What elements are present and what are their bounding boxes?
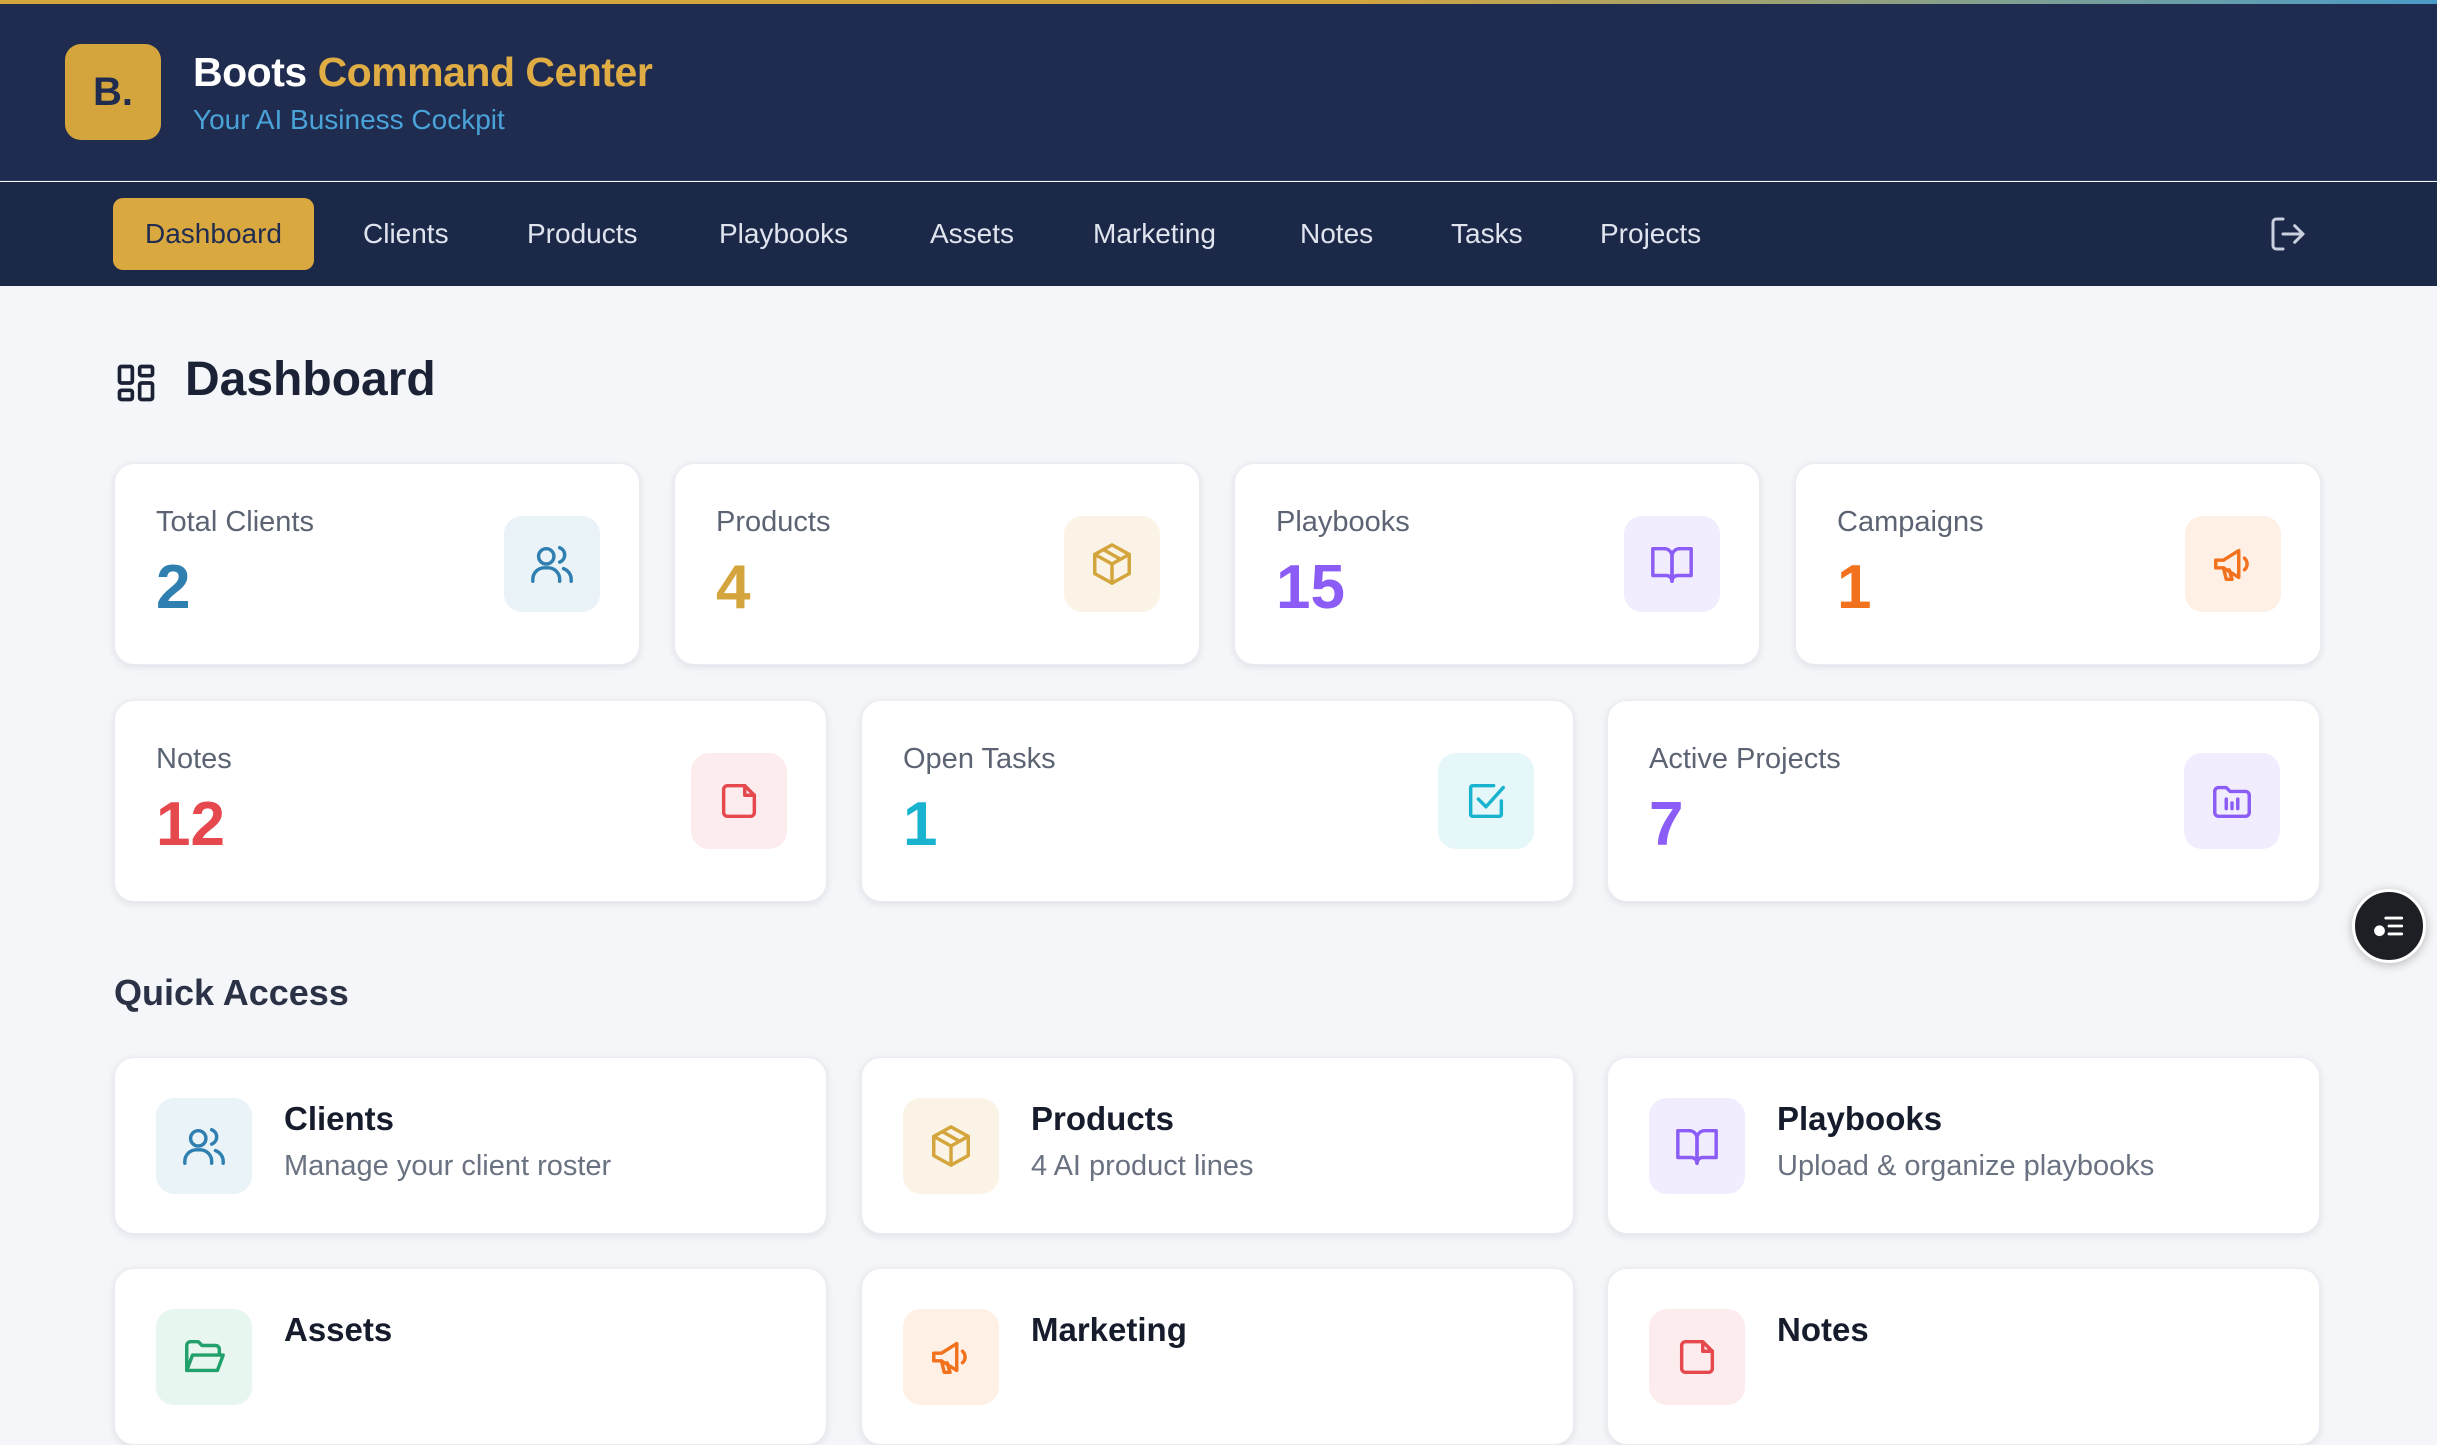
main-nav: Dashboard Clients Products Playbooks Ass… <box>0 182 2437 286</box>
nav-item-dashboard[interactable]: Dashboard <box>113 198 314 270</box>
quick-access-description: Upload & organize playbooks <box>1777 1150 2155 1182</box>
stat-card-notes[interactable]: Notes 12 <box>114 700 827 902</box>
note-icon <box>1649 1309 1745 1405</box>
stat-card-open-tasks[interactable]: Open Tasks 1 <box>861 700 1574 902</box>
app-header: B. Boots Command Center Your AI Business… <box>0 4 2437 181</box>
quick-access-assets[interactable]: Assets <box>114 1268 827 1445</box>
quick-access-description: Manage your client roster <box>284 1150 612 1182</box>
stat-value: 7 <box>1649 790 1684 859</box>
note-icon <box>691 753 787 849</box>
stat-label: Notes <box>156 743 232 775</box>
box-icon <box>903 1098 999 1194</box>
stat-value: 1 <box>903 790 938 859</box>
stat-label: Playbooks <box>1276 506 1410 538</box>
grid-icon <box>117 364 155 402</box>
folder-open-icon <box>156 1309 252 1405</box>
megaphone-icon <box>903 1309 999 1405</box>
stat-label: Total Clients <box>156 506 314 538</box>
book-icon <box>1649 1098 1745 1194</box>
stat-card-active-projects[interactable]: Active Projects 7 <box>1607 700 2320 902</box>
stat-value: 1 <box>1837 553 1872 622</box>
folder-chart-icon <box>2184 753 2280 849</box>
stat-card-products[interactable]: Products 4 <box>674 463 1200 665</box>
quick-access-title-text: Notes <box>1777 1311 1869 1348</box>
stat-label: Campaigns <box>1837 506 1984 538</box>
brand-title: Boots Command Center <box>193 49 653 96</box>
assistant-menu-button[interactable] <box>2352 889 2426 963</box>
stat-card-total-clients[interactable]: Total Clients 2 <box>114 463 640 665</box>
quick-access-products[interactable]: Products 4 AI product lines <box>861 1057 1574 1234</box>
nav-item-marketing[interactable]: Marketing <box>1061 198 1248 270</box>
nav-item-products[interactable]: Products <box>495 198 670 270</box>
quick-access-description: 4 AI product lines <box>1031 1150 1254 1182</box>
book-icon <box>1624 516 1720 612</box>
stat-value: 15 <box>1276 553 1345 622</box>
quick-access-title: Quick Access <box>114 972 349 1013</box>
brand-subtitle: Your AI Business Cockpit <box>193 104 505 135</box>
megaphone-icon <box>2185 516 2281 612</box>
nav-item-notes[interactable]: Notes <box>1268 198 1405 270</box>
assistant-menu-icon <box>2374 916 2404 937</box>
quick-access-title-text: Playbooks <box>1777 1100 1943 1137</box>
users-icon <box>156 1098 252 1194</box>
nav-item-clients[interactable]: Clients <box>331 198 481 270</box>
logout-icon[interactable] <box>2268 214 2308 254</box>
stat-value: 2 <box>156 553 191 622</box>
page-title: Dashboard <box>185 353 436 406</box>
stat-label: Products <box>716 506 831 538</box>
stat-label: Active Projects <box>1649 743 1841 775</box>
nav-item-playbooks[interactable]: Playbooks <box>687 198 880 270</box>
box-icon <box>1064 516 1160 612</box>
quick-access-marketing[interactable]: Marketing <box>861 1268 1574 1445</box>
nav-item-tasks[interactable]: Tasks <box>1419 198 1555 270</box>
quick-access-clients[interactable]: Clients Manage your client roster <box>114 1057 827 1234</box>
nav-item-projects[interactable]: Projects <box>1568 198 1733 270</box>
stat-label: Open Tasks <box>903 743 1056 775</box>
users-icon <box>504 516 600 612</box>
stat-value: 4 <box>716 553 751 622</box>
quick-access-title-text: Marketing <box>1031 1311 1187 1348</box>
brand-title-accent: Command Center <box>317 49 653 95</box>
stat-card-campaigns[interactable]: Campaigns 1 <box>1795 463 2321 665</box>
quick-access-notes[interactable]: Notes <box>1607 1268 2320 1445</box>
quick-access-title-text: Clients <box>284 1100 395 1137</box>
nav-item-assets[interactable]: Assets <box>898 198 1046 270</box>
brand-title-main: Boots <box>193 49 307 95</box>
quick-access-title-text: Products <box>1031 1100 1175 1137</box>
brand-logo[interactable]: B. <box>65 44 161 140</box>
check-square-icon <box>1438 753 1534 849</box>
quick-access-title-text: Assets <box>284 1311 393 1348</box>
stat-value: 12 <box>156 790 225 859</box>
quick-access-playbooks[interactable]: Playbooks Upload & organize playbooks <box>1607 1057 2320 1234</box>
stat-card-playbooks[interactable]: Playbooks 15 <box>1234 463 1760 665</box>
